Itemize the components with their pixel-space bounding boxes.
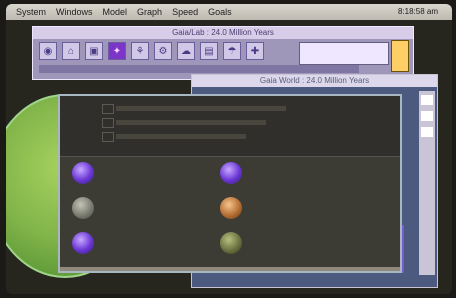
desktop: System Windows Model Graph Speed Goals 8… [6, 4, 452, 294]
tool-7-icon[interactable]: ☁ [177, 42, 195, 60]
dialog-header [60, 96, 400, 157]
world-window-title: Gaia World : 24.0 Million Years [192, 75, 437, 87]
toolbar-mini-icon[interactable] [391, 40, 409, 72]
scroll-button-2[interactable] [421, 111, 433, 121]
menu-speed[interactable]: Speed [172, 7, 198, 17]
text-line [116, 120, 266, 125]
dialog-entry[interactable] [220, 232, 370, 260]
purple-orb-icon [72, 232, 94, 254]
toolbar-window: Gaia/Lab : 24.0 Million Years ◉ ⌂ ▣ ✦ ⚘ … [32, 26, 414, 80]
text-line [116, 106, 286, 111]
checkbox-1[interactable] [102, 104, 114, 114]
tool-5-icon[interactable]: ⚘ [131, 42, 149, 60]
gray-orb-icon [72, 197, 94, 219]
tool-3-icon[interactable]: ▣ [85, 42, 103, 60]
tool-1-icon[interactable]: ◉ [39, 42, 57, 60]
tool-6-icon[interactable]: ⚙ [154, 42, 172, 60]
scroll-button-3[interactable] [421, 127, 433, 137]
dialog-entry[interactable] [72, 197, 222, 225]
menu-bar: System Windows Model Graph Speed Goals 8… [6, 4, 452, 20]
dialog-entry[interactable] [72, 162, 222, 190]
dialog-entry[interactable] [220, 197, 370, 225]
dialog-bottom-strip [60, 267, 400, 271]
menu-clock: 8:18:58 am [397, 7, 438, 16]
dialog-entry[interactable] [220, 162, 370, 190]
orange-orb-icon [220, 197, 242, 219]
purple-orb-icon [220, 162, 242, 184]
menu-goals[interactable]: Goals [208, 7, 232, 17]
purple-orb-icon [72, 162, 94, 184]
menu-windows[interactable]: Windows [56, 7, 93, 17]
tool-2-icon[interactable]: ⌂ [62, 42, 80, 60]
menu-model[interactable]: Model [103, 7, 128, 17]
menu-graph[interactable]: Graph [137, 7, 162, 17]
text-line [116, 134, 246, 139]
dialog-window [58, 94, 402, 273]
world-scrollbar[interactable] [419, 91, 435, 275]
checkbox-3[interactable] [102, 132, 114, 142]
menu-system[interactable]: System [16, 7, 46, 17]
dialog-entry[interactable] [72, 232, 222, 260]
tool-row: ◉ ⌂ ▣ ✦ ⚘ ⚙ ☁ ▤ ☂ ✚ [39, 42, 264, 60]
tool-4-icon[interactable]: ✦ [108, 42, 126, 60]
toolbar-info-panel [299, 42, 389, 65]
olive-orb-icon [220, 232, 242, 254]
tool-10-icon[interactable]: ✚ [246, 42, 264, 60]
tool-8-icon[interactable]: ▤ [200, 42, 218, 60]
toolbar-status-bar [39, 65, 359, 73]
toolbar-window-title: Gaia/Lab : 24.0 Million Years [33, 27, 413, 39]
checkbox-2[interactable] [102, 118, 114, 128]
scroll-up-button[interactable] [421, 95, 433, 105]
tool-9-icon[interactable]: ☂ [223, 42, 241, 60]
